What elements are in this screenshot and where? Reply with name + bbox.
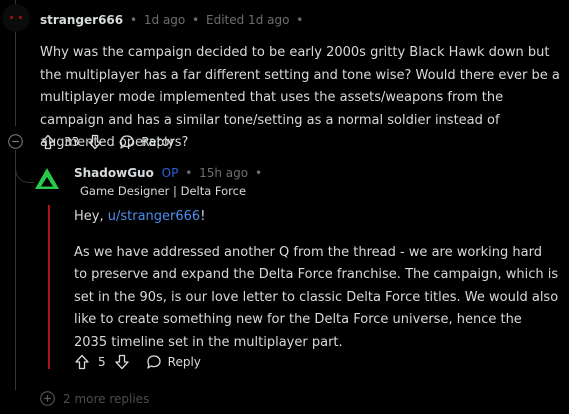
- downvote-icon[interactable]: [87, 134, 103, 150]
- thread-line-lower: [15, 150, 16, 390]
- expand-icon: [40, 391, 55, 406]
- reply-meta: ShadowGuo OP • 15h ago •: [74, 166, 262, 180]
- meta-separator: •: [296, 13, 304, 27]
- reply-label: Reply: [167, 355, 201, 369]
- reply-body: Hey, u/stranger666! As we have addressed…: [74, 206, 559, 354]
- greeting-prefix: Hey,: [74, 209, 108, 224]
- reply-username[interactable]: ShadowGuo: [74, 166, 154, 180]
- collapse-icon: [8, 134, 23, 149]
- more-replies-label: 2 more replies: [63, 391, 150, 406]
- vote-count: 5: [98, 355, 106, 369]
- reply-text: As we have addressed another Q from the …: [74, 244, 559, 350]
- meta-separator: •: [129, 13, 138, 27]
- reply-icon: [119, 134, 135, 150]
- delta-force-logo-icon: [35, 168, 59, 189]
- reply-button[interactable]: Reply: [146, 354, 201, 370]
- meta-separator: •: [192, 13, 200, 27]
- greeting-suffix: !: [200, 209, 206, 224]
- reply-button[interactable]: Reply: [119, 134, 175, 150]
- more-replies-button[interactable]: 2 more replies: [40, 391, 149, 406]
- upvote-icon[interactable]: [40, 134, 56, 150]
- user-mention-link[interactable]: u/stranger666: [108, 209, 200, 224]
- upvote-icon[interactable]: [74, 354, 90, 370]
- avatar[interactable]: [34, 166, 60, 192]
- collapse-button[interactable]: [8, 134, 23, 149]
- comment-edited: Edited 1d ago: [206, 13, 290, 27]
- meta-separator: •: [254, 166, 263, 180]
- op-badge: OP: [161, 166, 179, 180]
- comment-actions: 33 Reply: [40, 134, 175, 150]
- reply-greeting: Hey, u/stranger666!: [74, 206, 559, 229]
- downvote-icon[interactable]: [114, 354, 130, 370]
- reply-icon: [146, 354, 162, 370]
- avatar[interactable]: [2, 4, 30, 32]
- reply-connector: [15, 150, 34, 183]
- comment-username[interactable]: stranger666: [40, 13, 123, 27]
- reply-timestamp: 15h ago: [199, 166, 249, 180]
- reply-actions: 5 Reply: [74, 354, 201, 370]
- reply-thread-line: [48, 205, 50, 369]
- vote-count: 33: [64, 135, 80, 149]
- meta-separator: •: [185, 166, 193, 180]
- comment-timestamp: 1d ago: [143, 13, 186, 27]
- user-flair: Game Designer | Delta Force: [80, 184, 247, 198]
- reply-label: Reply: [141, 135, 175, 149]
- comment-meta: stranger666 • 1d ago • Edited 1d ago •: [40, 13, 303, 27]
